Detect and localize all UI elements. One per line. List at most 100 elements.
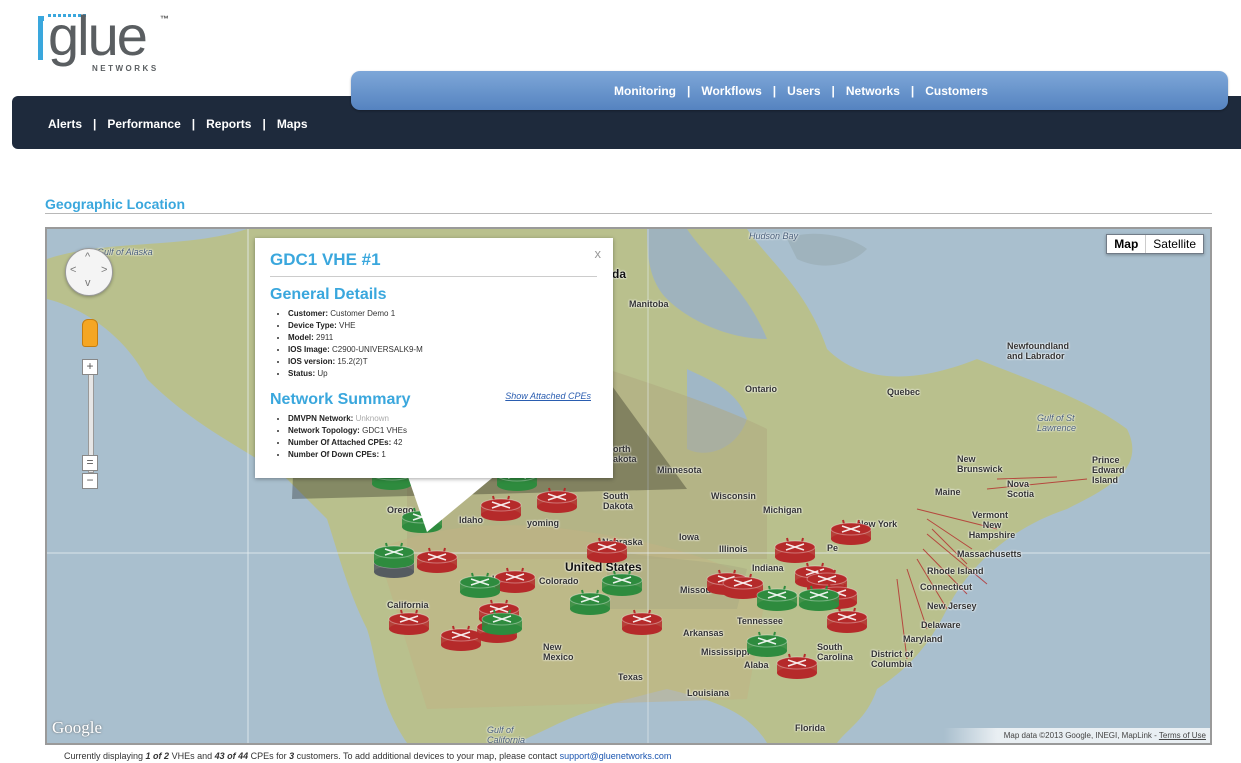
detail-device-type: Device Type: VHE — [288, 320, 423, 332]
router-down-icon[interactable] — [823, 604, 871, 634]
router-down-icon[interactable] — [385, 606, 433, 636]
zoom-slider-handle[interactable]: = — [82, 455, 98, 471]
nav-networks[interactable]: Networks — [846, 84, 900, 98]
detail-customer: Customer: Customer Demo 1 — [288, 308, 423, 320]
summary-dmvpn-network: DMVPN Network: Unknown — [288, 413, 407, 425]
detail-ios-image: IOS Image: C2900-UNIVERSALK9-M — [288, 344, 423, 356]
map-label-louisiana: Louisiana — [687, 688, 730, 698]
nav-separator: | — [93, 117, 97, 131]
map-label-newfoundland: Newfoundland and Labrador — [1007, 341, 1069, 361]
map-attribution: Map data ©2013 Google, INEGI, MapLink - … — [943, 728, 1210, 743]
zoom-in-button[interactable]: + — [82, 359, 98, 375]
router-up-icon[interactable] — [370, 539, 418, 569]
map-label-maryland: Maryland — [903, 634, 943, 644]
detail-status: Status: Up — [288, 368, 423, 380]
general-details-list: Customer: Customer Demo 1 Device Type: V… — [270, 308, 423, 380]
map-label-vermont: Vermont — [972, 510, 1009, 520]
network-summary-heading: Network Summary — [270, 391, 411, 408]
logo-trademark: ™ — [160, 14, 169, 24]
subnav-performance[interactable]: Performance — [107, 117, 180, 131]
nav-separator: | — [191, 117, 196, 131]
zoom-out-button[interactable]: − — [82, 473, 98, 489]
pan-up-icon[interactable]: ^ — [85, 251, 90, 263]
logo-word: glue — [48, 4, 148, 67]
summary-attached-cpes: Number Of Attached CPEs: 42 — [288, 437, 407, 449]
map-label-alabama: Alaba — [744, 660, 769, 670]
street-view-pegman-icon[interactable] — [82, 319, 98, 347]
router-down-icon[interactable] — [413, 544, 461, 574]
popup-divider — [270, 276, 597, 277]
footer-text: VHEs and — [169, 751, 215, 761]
map-label-rhode-island: Rhode Island — [927, 566, 984, 576]
subnav-alerts[interactable]: Alerts — [48, 117, 82, 131]
footer-text: Currently displaying — [64, 751, 146, 761]
router-up-icon[interactable] — [478, 606, 526, 636]
map-label-colorado: Colorado — [539, 576, 579, 586]
nav-monitoring[interactable]: Monitoring — [614, 84, 676, 98]
main-nav-items: Monitoring | Workflows | Users | Network… — [614, 84, 988, 98]
map-label-maine: Maine — [935, 487, 961, 497]
map-label-canada: da — [612, 267, 627, 281]
map-label-connecticut: Connecticut — [920, 582, 973, 592]
nav-customers[interactable]: Customers — [925, 84, 988, 98]
section-divider — [45, 213, 1212, 214]
detail-model: Model: 2911 — [288, 332, 423, 344]
map-label-new-jersey: New Jersey — [927, 601, 977, 611]
nav-separator: | — [686, 84, 691, 98]
map-label-illinois: Illinois — [719, 544, 748, 554]
map-label-ontario: Ontario — [745, 384, 778, 394]
router-up-icon[interactable] — [598, 567, 646, 597]
map-label-hudson-bay: Hudson Bay — [749, 231, 799, 241]
device-map[interactable]: Gulf of Alaska Hudson Bay da Manitoba On… — [45, 227, 1212, 745]
subnav-maps[interactable]: Maps — [277, 117, 308, 131]
support-email-link[interactable]: support@gluenetworks.com — [560, 751, 672, 761]
map-label-dc: District of Columbia — [871, 649, 914, 669]
nav-separator: | — [772, 84, 777, 98]
logo-subtitle: NETWORKS — [92, 64, 159, 73]
map-label-north-dakota: orth akota — [613, 444, 637, 464]
router-up-icon[interactable] — [456, 569, 504, 599]
summary-down-cpes: Number Of Down CPEs: 1 — [288, 449, 407, 461]
pan-control[interactable]: ^ < > v — [65, 248, 113, 296]
close-icon[interactable]: x — [595, 246, 602, 261]
pan-left-icon[interactable]: < — [70, 264, 76, 276]
map-label-new-hampshire: New Hampshire — [968, 520, 1016, 540]
router-down-icon[interactable] — [773, 650, 821, 680]
map-label-arkansas: Arkansas — [683, 628, 724, 638]
nav-separator: | — [910, 84, 915, 98]
map-type-map-button[interactable]: Map — [1107, 235, 1147, 253]
terms-of-use-link[interactable]: Terms of Use — [1159, 731, 1206, 740]
map-label-south-carolina: South Carolina — [817, 642, 854, 662]
map-label-pei: Prince Edward Island — [1092, 455, 1125, 485]
subnav-reports[interactable]: Reports — [206, 117, 251, 131]
map-label-tennessee: Tennessee — [737, 616, 783, 626]
nav-users[interactable]: Users — [787, 84, 820, 98]
map-label-wisconsin: Wisconsin — [711, 491, 756, 501]
nav-workflows[interactable]: Workflows — [701, 84, 761, 98]
router-down-icon[interactable] — [583, 534, 631, 564]
router-down-icon[interactable] — [827, 516, 875, 546]
map-label-massachusetts: Massachusetts — [957, 549, 1022, 559]
show-attached-cpes-link[interactable]: Show Attached CPEs — [505, 391, 591, 401]
nav-separator: | — [262, 117, 266, 131]
popup-pointer — [407, 474, 497, 532]
router-down-icon[interactable] — [533, 484, 581, 514]
map-label-gulf-st-lawrence: Gulf of St Lawrence — [1037, 413, 1077, 433]
map-type-satellite-button[interactable]: Satellite — [1146, 235, 1203, 253]
summary-network-topology: Network Topology: GDC1 VHEs — [288, 425, 407, 437]
pan-right-icon[interactable]: > — [101, 264, 107, 276]
map-label-quebec: Quebec — [887, 387, 921, 397]
nav-separator: | — [831, 84, 835, 98]
map-label-minnesota: Minnesota — [657, 465, 702, 475]
pan-down-icon[interactable]: v — [85, 277, 91, 289]
map-label-florida: Florida — [795, 723, 826, 733]
map-label-wyoming: yoming — [527, 518, 560, 528]
footer-cpe-count: 43 of 44 — [214, 751, 249, 761]
router-down-icon[interactable] — [618, 606, 666, 636]
map-label-south-dakota: South Dakota — [603, 491, 634, 511]
map-attribution-text: Map data ©2013 Google, INEGI, MapLink - — [1003, 731, 1159, 740]
footer-text: CPEs for — [248, 751, 290, 761]
footer-text: customers. To add additional devices to … — [294, 751, 560, 761]
map-label-gulf-california: Gulf of California — [487, 725, 526, 745]
map-label-nova-scotia: Nova Scotia — [1007, 479, 1035, 499]
